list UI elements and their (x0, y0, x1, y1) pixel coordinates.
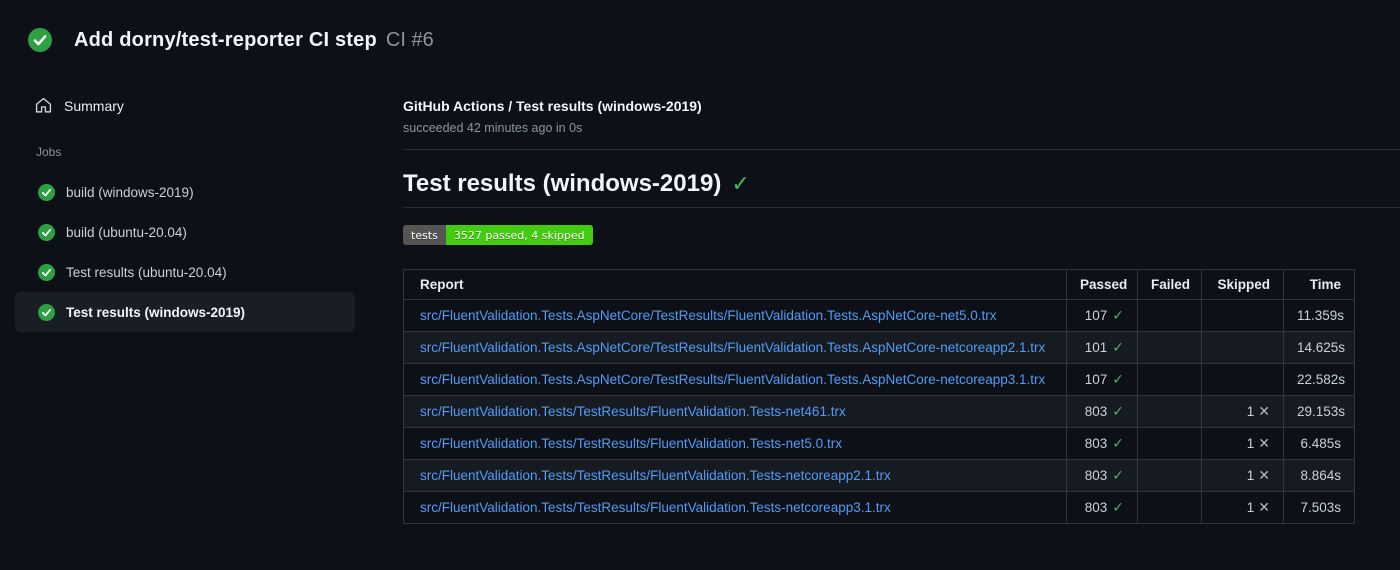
check-run-title: GitHub Actions / Test results (windows-2… (403, 98, 702, 114)
passed-check-icon: ✓ (1112, 435, 1124, 451)
heading-check-icon: ✓ (731, 171, 750, 196)
tests-badge[interactable]: tests 3527 passed, 4 skipped (403, 225, 593, 245)
section-heading: Test results (windows-2019) ✓ (403, 170, 1400, 208)
skipped-cross-icon: ✕ (1258, 467, 1270, 483)
main-panel: GitHub Actions / Test results (windows-2… (403, 75, 1400, 524)
badge-label: tests (403, 225, 446, 245)
passed-count: 803 (1084, 436, 1108, 451)
time-value: 22.582s (1283, 363, 1355, 396)
passed-check-icon: ✓ (1112, 371, 1124, 387)
badge-value: 3527 passed, 4 skipped (445, 225, 593, 245)
skipped-cross-icon: ✕ (1258, 403, 1270, 419)
skipped-cross-icon: ✕ (1258, 435, 1270, 451)
table-header-row: Report Passed Failed Skipped Time (403, 269, 1355, 300)
report-link[interactable]: src/FluentValidation.Tests.AspNetCore/Te… (420, 340, 1045, 355)
page-title: Add dorny/test-reporter CI step (74, 28, 377, 51)
table-row: src/FluentValidation.Tests.AspNetCore/Te… (403, 363, 1355, 396)
time-value: 29.153s (1283, 395, 1355, 428)
table-row: src/FluentValidation.Tests.AspNetCore/Te… (403, 331, 1355, 364)
job-label: Test results (windows-2019) (66, 304, 246, 320)
job-success-icon (38, 183, 55, 201)
column-header-passed: Passed (1066, 269, 1138, 300)
results-table: Report Passed Failed Skipped Time src/Fl… (403, 269, 1355, 524)
time-value: 7.503s (1283, 491, 1355, 524)
time-value: 14.625s (1283, 331, 1355, 364)
report-link[interactable]: src/FluentValidation.Tests.AspNetCore/Te… (420, 308, 997, 323)
passed-count: 803 (1084, 500, 1108, 515)
jobs-section-label: Jobs (36, 145, 62, 159)
table-row: src/FluentValidation.Tests/TestResults/F… (403, 459, 1355, 492)
skipped-count: 1 (1246, 468, 1255, 483)
passed-count: 107 (1084, 308, 1108, 323)
sidebar-item-summary[interactable]: Summary (35, 97, 400, 114)
column-header-failed: Failed (1137, 269, 1202, 300)
passed-count: 107 (1084, 372, 1108, 387)
sidebar: Summary Jobs build (windows-2019) build … (0, 75, 400, 332)
run-number: CI #6 (385, 28, 434, 51)
passed-check-icon: ✓ (1112, 467, 1124, 483)
run-header: Add dorny/test-reporter CI step CI #6 (28, 28, 434, 52)
table-row: src/FluentValidation.Tests/TestResults/F… (403, 395, 1355, 428)
job-label: build (windows-2019) (66, 184, 194, 200)
skipped-count: 1 (1246, 404, 1255, 419)
status-line: succeeded 42 minutes ago in 0s (403, 121, 583, 135)
sidebar-item-job[interactable]: build (windows-2019) (15, 172, 355, 212)
report-link[interactable]: src/FluentValidation.Tests/TestResults/F… (420, 500, 891, 515)
sidebar-item-job[interactable]: Test results (windows-2019) (15, 292, 355, 332)
sidebar-item-job[interactable]: build (ubuntu-20.04) (15, 212, 355, 252)
column-header-skipped: Skipped (1201, 269, 1284, 300)
jobs-list: build (windows-2019) build (ubuntu-20.04… (0, 172, 400, 332)
time-value: 8.864s (1283, 459, 1355, 492)
skipped-cross-icon: ✕ (1258, 499, 1270, 515)
report-link[interactable]: src/FluentValidation.Tests/TestResults/F… (420, 436, 842, 451)
time-value: 6.485s (1283, 427, 1355, 460)
passed-check-icon: ✓ (1112, 403, 1124, 419)
skipped-count: 1 (1246, 436, 1255, 451)
job-label: Test results (ubuntu-20.04) (66, 264, 227, 280)
passed-check-icon: ✓ (1112, 307, 1124, 323)
home-icon (35, 97, 52, 113)
table-row: src/FluentValidation.Tests/TestResults/F… (403, 491, 1355, 524)
passed-count: 803 (1084, 468, 1108, 483)
table-row: src/FluentValidation.Tests.AspNetCore/Te… (403, 299, 1355, 332)
time-value: 11.359s (1283, 299, 1355, 332)
job-label: build (ubuntu-20.04) (66, 224, 187, 240)
run-success-icon (28, 28, 52, 52)
table-row: src/FluentValidation.Tests/TestResults/F… (403, 427, 1355, 460)
report-link[interactable]: src/FluentValidation.Tests/TestResults/F… (420, 404, 846, 419)
summary-label: Summary (64, 97, 124, 114)
table-body: src/FluentValidation.Tests.AspNetCore/Te… (403, 299, 1355, 524)
job-success-icon (38, 223, 55, 241)
heading-text: Test results (windows-2019) (403, 170, 722, 197)
job-success-icon (38, 263, 55, 281)
column-header-time: Time (1283, 269, 1355, 300)
report-link[interactable]: src/FluentValidation.Tests.AspNetCore/Te… (420, 372, 1045, 387)
job-success-icon (38, 303, 55, 321)
column-header-report: Report (403, 269, 1067, 300)
passed-count: 101 (1084, 340, 1108, 355)
passed-count: 803 (1084, 404, 1108, 419)
sidebar-item-job[interactable]: Test results (ubuntu-20.04) (15, 252, 355, 292)
skipped-count: 1 (1246, 500, 1255, 515)
divider (403, 149, 1400, 150)
passed-check-icon: ✓ (1112, 339, 1124, 355)
report-link[interactable]: src/FluentValidation.Tests/TestResults/F… (420, 468, 891, 483)
passed-check-icon: ✓ (1112, 499, 1124, 515)
